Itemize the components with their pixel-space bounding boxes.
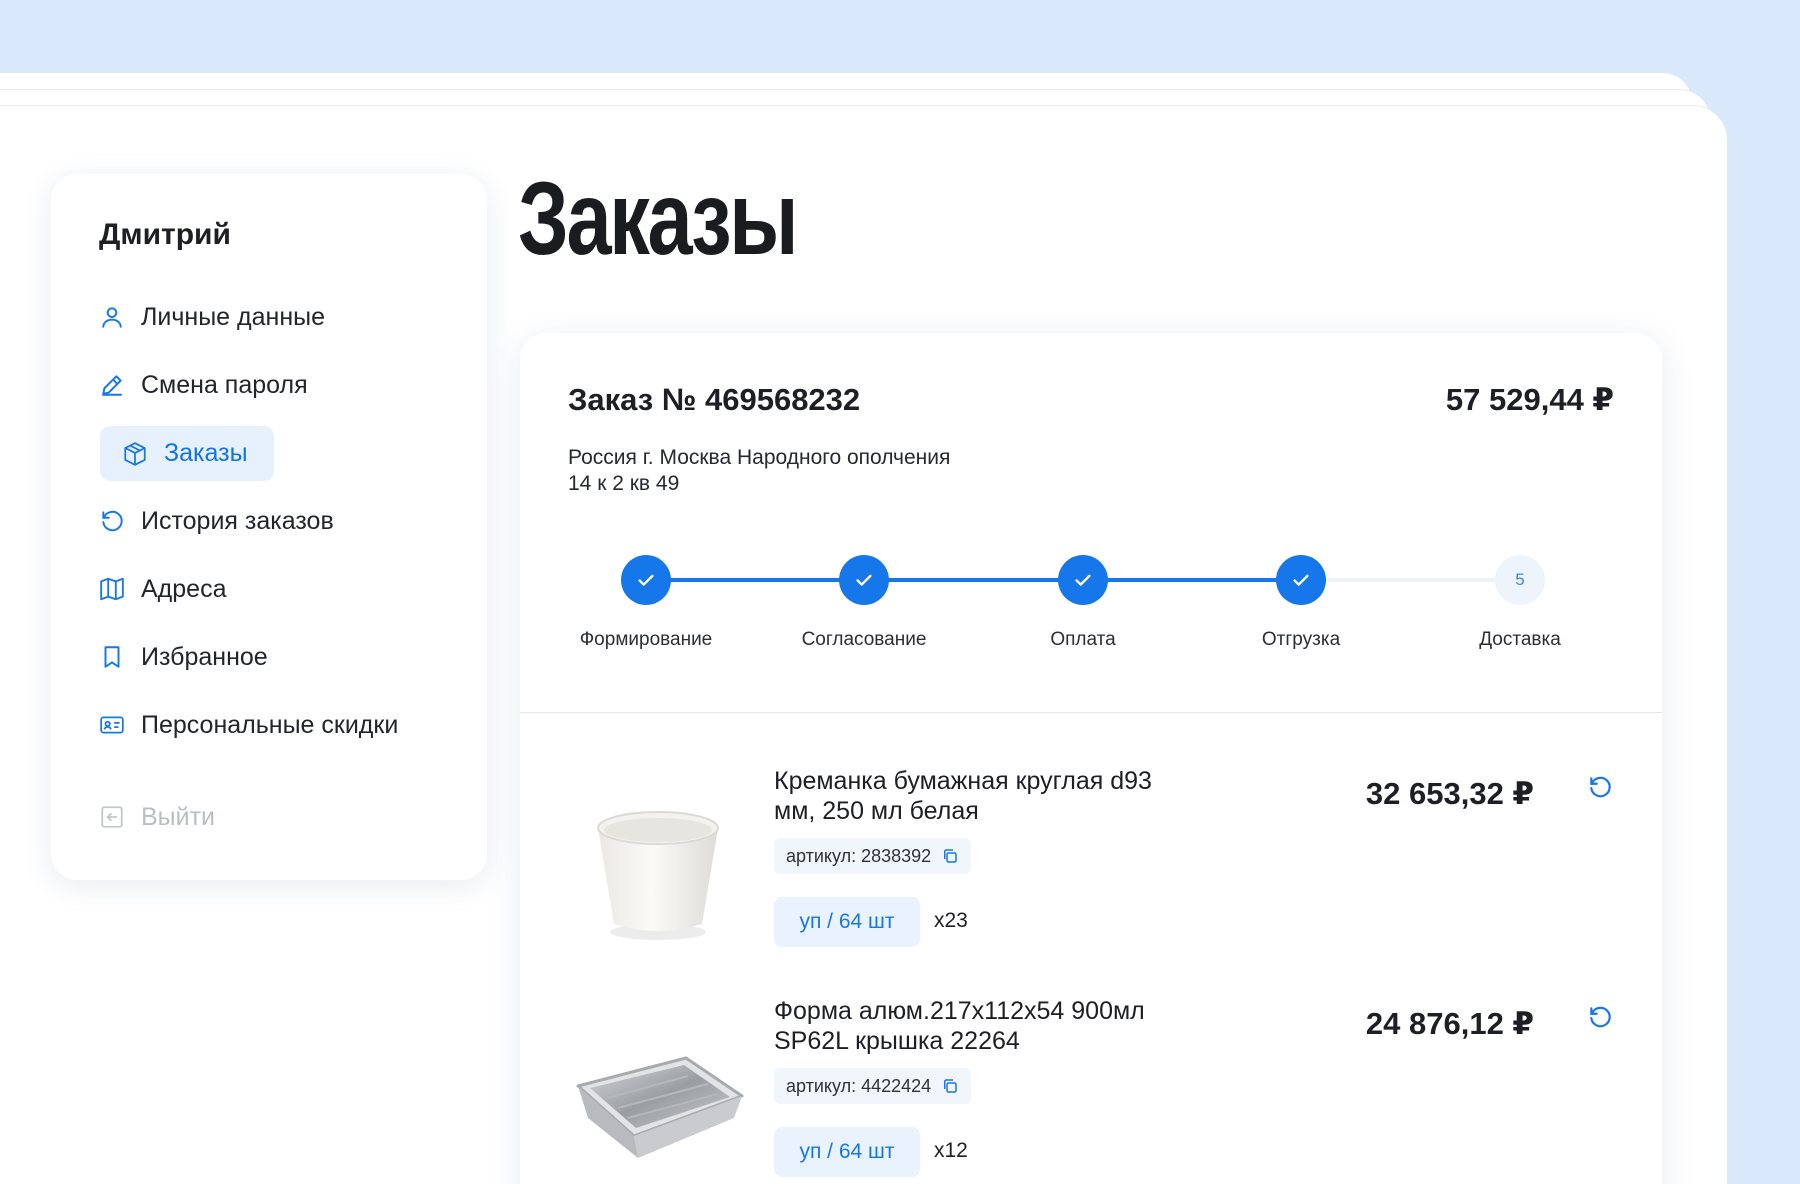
- order-number: Заказ № 469568232: [568, 382, 861, 417]
- copy-icon[interactable]: [941, 1077, 959, 1095]
- logout-button[interactable]: Выйти: [99, 795, 215, 839]
- product-name-line: мм, 250 мл белая: [774, 797, 979, 825]
- bookmark-icon: [99, 644, 125, 670]
- pencil-icon: [99, 372, 125, 398]
- progress-track-pending: [1300, 578, 1518, 582]
- address-line: Россия г. Москва Народного ополчения: [568, 446, 951, 469]
- step-check-icon: [621, 555, 671, 605]
- product-quantity: x12: [934, 1139, 968, 1162]
- sidebar-item-personal-data[interactable]: Личные данные: [99, 295, 325, 339]
- product-sku: артикул: 4422424: [774, 1068, 972, 1104]
- step-label: Оплата: [1050, 629, 1116, 650]
- step-number: 5: [1495, 555, 1545, 605]
- product-image-aluminium-tray[interactable]: [568, 1018, 748, 1184]
- step-check-icon: [1276, 555, 1326, 605]
- sidebar-item-label: Персональные скидки: [141, 710, 399, 739]
- box-icon: [122, 441, 148, 467]
- divider: [520, 712, 1662, 713]
- sidebar-item-favorites[interactable]: Избранное: [99, 635, 268, 679]
- page-title: Заказы: [518, 161, 799, 277]
- product-name[interactable]: Форма алюм.217x112x54 900мл SP62L крышка…: [774, 996, 1174, 1056]
- sidebar-item-label: Адреса: [141, 574, 227, 603]
- product-name-line: SP62L крышка 22264: [774, 1027, 1020, 1055]
- product-name-line: Форма алюм.217x112x54 900мл: [774, 997, 1145, 1025]
- step-check-icon: [839, 555, 889, 605]
- product-image-paper-cup[interactable]: [568, 786, 748, 956]
- id-card-icon: [99, 712, 125, 738]
- copy-icon[interactable]: [941, 847, 959, 865]
- order-item: Креманка бумажная круглая d93 мм, 250 мл…: [520, 766, 1662, 976]
- repeat-order-icon[interactable]: [1587, 1004, 1613, 1030]
- order-item: Форма алюм.217x112x54 900мл SP62L крышка…: [520, 996, 1662, 1184]
- sku-label: артикул: 2838392: [786, 845, 932, 866]
- step-label: Формирование: [579, 629, 713, 650]
- order-card: Заказ № 469568232 57 529,44 ₽ Россия г. …: [520, 333, 1662, 1184]
- user-icon: [99, 304, 125, 330]
- sidebar-item-label: История заказов: [141, 506, 334, 535]
- product-name-line: Креманка бумажная круглая d93: [774, 767, 1152, 795]
- address-line: 14 к 2 кв 49: [568, 472, 680, 495]
- step-label: Отгрузка: [1261, 629, 1341, 650]
- product-name[interactable]: Креманка бумажная круглая d93 мм, 250 мл…: [774, 766, 1174, 826]
- product-price: 32 653,32 ₽: [1365, 776, 1534, 811]
- sku-label: артикул: 4422424: [786, 1075, 932, 1096]
- history-icon: [99, 508, 125, 534]
- user-name: Дмитрий: [99, 218, 231, 251]
- repeat-order-icon[interactable]: [1587, 774, 1613, 800]
- product-price: 24 876,12 ₽: [1365, 1006, 1534, 1041]
- order-address: Россия г. Москва Народного ополчения 14 …: [568, 445, 1048, 497]
- sidebar-item-label: Личные данные: [141, 302, 325, 331]
- step-label: Согласование: [801, 629, 927, 650]
- product-quantity: x23: [934, 909, 968, 932]
- sidebar-item-addresses[interactable]: Адреса: [99, 567, 226, 611]
- progress-track-done: [646, 578, 1300, 582]
- logout-label: Выйти: [141, 802, 216, 831]
- step-label: Доставка: [1479, 629, 1561, 650]
- sidebar-item-discounts[interactable]: Персональные скидки: [99, 703, 398, 747]
- sidebar-item-label: Смена пароля: [141, 370, 308, 399]
- sidebar-item-label: Избранное: [141, 642, 268, 671]
- sidebar-item-label: Заказы: [164, 439, 248, 467]
- order-status-progress: 5 Формирование Согласование Оплата Отгру…: [520, 543, 1662, 653]
- product-sku: артикул: 2838392: [774, 838, 972, 874]
- account-sidebar: Дмитрий Личные данные Смена пароля Заказ…: [51, 174, 487, 880]
- order-total: 57 529,44 ₽: [1445, 382, 1614, 417]
- package-size-button[interactable]: уп / 64 шт: [774, 897, 920, 947]
- package-size-button[interactable]: уп / 64 шт: [774, 1127, 920, 1177]
- sidebar-item-change-password[interactable]: Смена пароля: [99, 363, 308, 407]
- sidebar-item-orders[interactable]: Заказы: [100, 426, 274, 481]
- step-check-icon: [1058, 555, 1108, 605]
- logout-icon: [99, 804, 125, 830]
- sidebar-item-order-history[interactable]: История заказов: [99, 499, 334, 543]
- map-icon: [99, 576, 125, 602]
